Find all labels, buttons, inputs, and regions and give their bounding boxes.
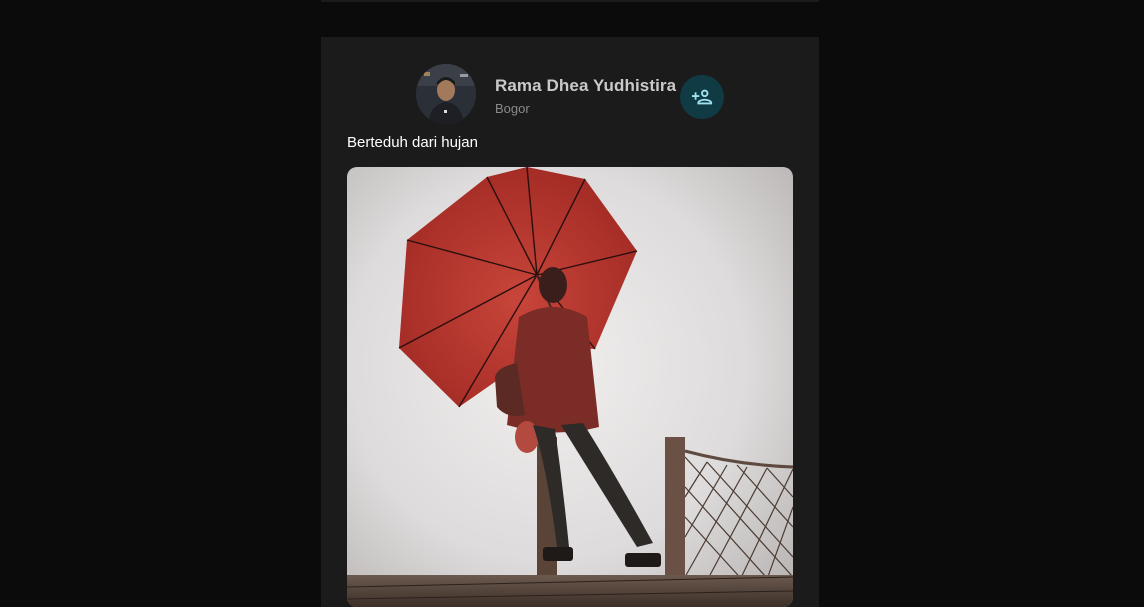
person-add-icon xyxy=(691,89,713,105)
avatar[interactable] xyxy=(416,64,476,124)
post-image[interactable] xyxy=(347,167,793,607)
previous-post-card xyxy=(321,0,819,2)
author-name[interactable]: Rama Dhea Yudhistira xyxy=(495,76,676,96)
avatar-image xyxy=(416,64,476,124)
follow-button[interactable] xyxy=(680,75,724,119)
post-card: Rama Dhea Yudhistira Bogor Berteduh dari… xyxy=(321,37,819,607)
person-with-red-umbrella-photo xyxy=(347,167,793,607)
post-header: Rama Dhea Yudhistira Bogor xyxy=(416,64,724,124)
author-location: Bogor xyxy=(495,101,530,116)
post-caption: Berteduh dari hujan xyxy=(347,134,478,151)
